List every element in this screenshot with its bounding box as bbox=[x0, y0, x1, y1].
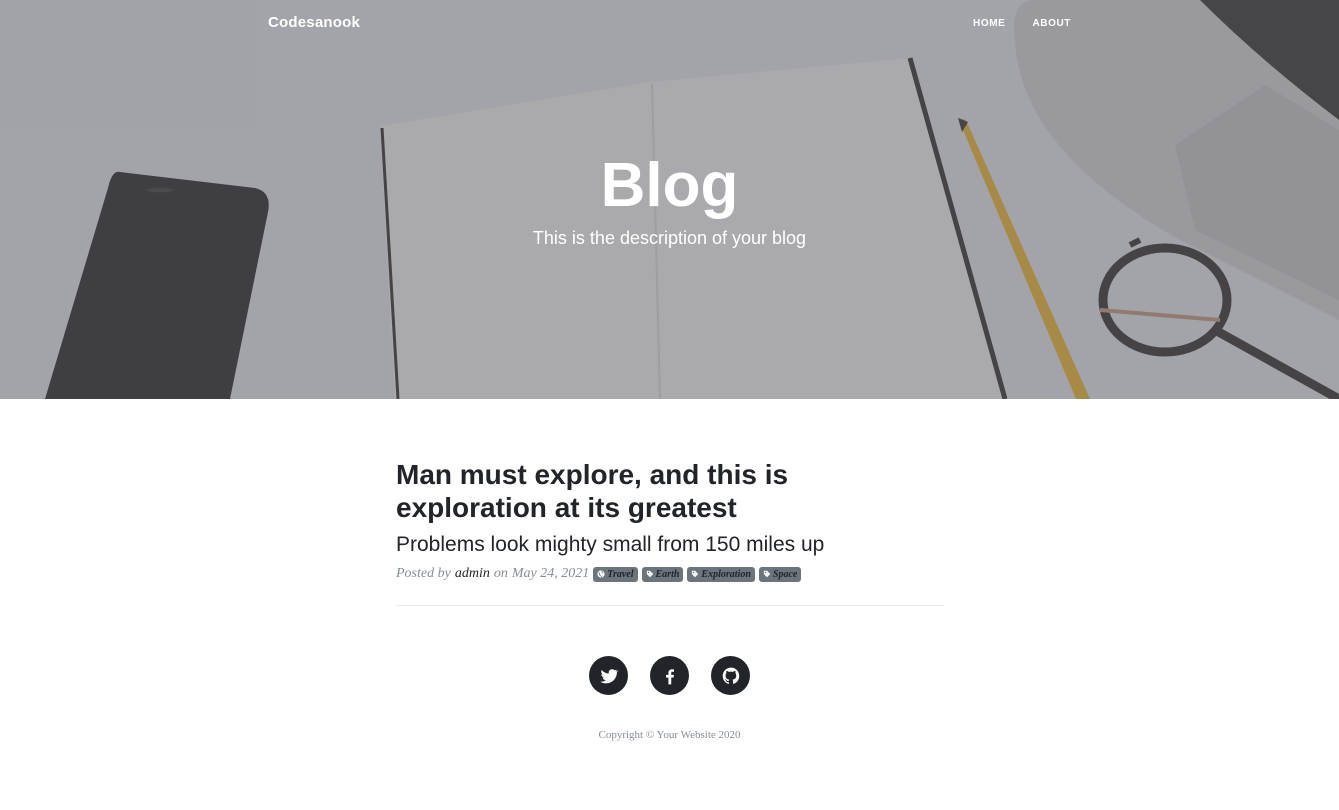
tag-exploration[interactable]: Exploration bbox=[687, 566, 755, 582]
tag-label: Travel bbox=[607, 568, 634, 580]
post-meta-posted-by: Posted by bbox=[396, 566, 451, 581]
facebook-link[interactable] bbox=[650, 656, 689, 695]
page-title: Blog bbox=[600, 151, 739, 220]
tag-label: Space bbox=[772, 568, 798, 580]
social-links bbox=[0, 656, 1339, 695]
copyright: Copyright © Your Website 2020 bbox=[598, 729, 741, 741]
github-icon bbox=[722, 667, 739, 684]
tag-earth[interactable]: Earth bbox=[641, 566, 684, 582]
nav-link-home[interactable]: HOME bbox=[973, 18, 1005, 29]
masthead: Codesanook HOME ABOUT Blog This is the d… bbox=[0, 0, 1339, 399]
tag-icon bbox=[763, 570, 771, 578]
github-link[interactable] bbox=[711, 656, 750, 695]
post-subtitle: Problems look mighty small from 150 mile… bbox=[396, 533, 825, 556]
facebook-icon bbox=[665, 668, 674, 684]
tag-travel[interactable]: Travel bbox=[593, 566, 638, 582]
globe-icon bbox=[597, 570, 605, 578]
divider bbox=[396, 605, 944, 606]
post-preview: Man must explore, and this is exploratio… bbox=[396, 458, 944, 582]
post-title-link[interactable]: Man must explore, and this is exploratio… bbox=[396, 458, 944, 524]
tag-label: Earth bbox=[655, 568, 680, 580]
nav-links: HOME ABOUT bbox=[973, 18, 1071, 29]
tag-icon bbox=[646, 570, 653, 578]
post-date: May 24, 2021 bbox=[511, 566, 590, 581]
post-meta-on: on bbox=[493, 566, 508, 581]
tag-label: Exploration bbox=[701, 568, 751, 580]
brand-link[interactable]: Codesanook bbox=[268, 14, 360, 31]
post-meta: Posted by admin on May 24, 2021 Travel E… bbox=[396, 566, 944, 582]
twitter-icon bbox=[599, 668, 619, 683]
tag-icon bbox=[692, 570, 699, 578]
navbar: Codesanook HOME ABOUT bbox=[0, 0, 1339, 50]
twitter-link[interactable] bbox=[589, 656, 628, 695]
post-author-link[interactable]: admin bbox=[455, 566, 490, 582]
nav-link-about[interactable]: ABOUT bbox=[1032, 18, 1071, 29]
page-subtitle: This is the description of your blog bbox=[532, 228, 807, 248]
tag-space[interactable]: Space bbox=[758, 566, 802, 582]
